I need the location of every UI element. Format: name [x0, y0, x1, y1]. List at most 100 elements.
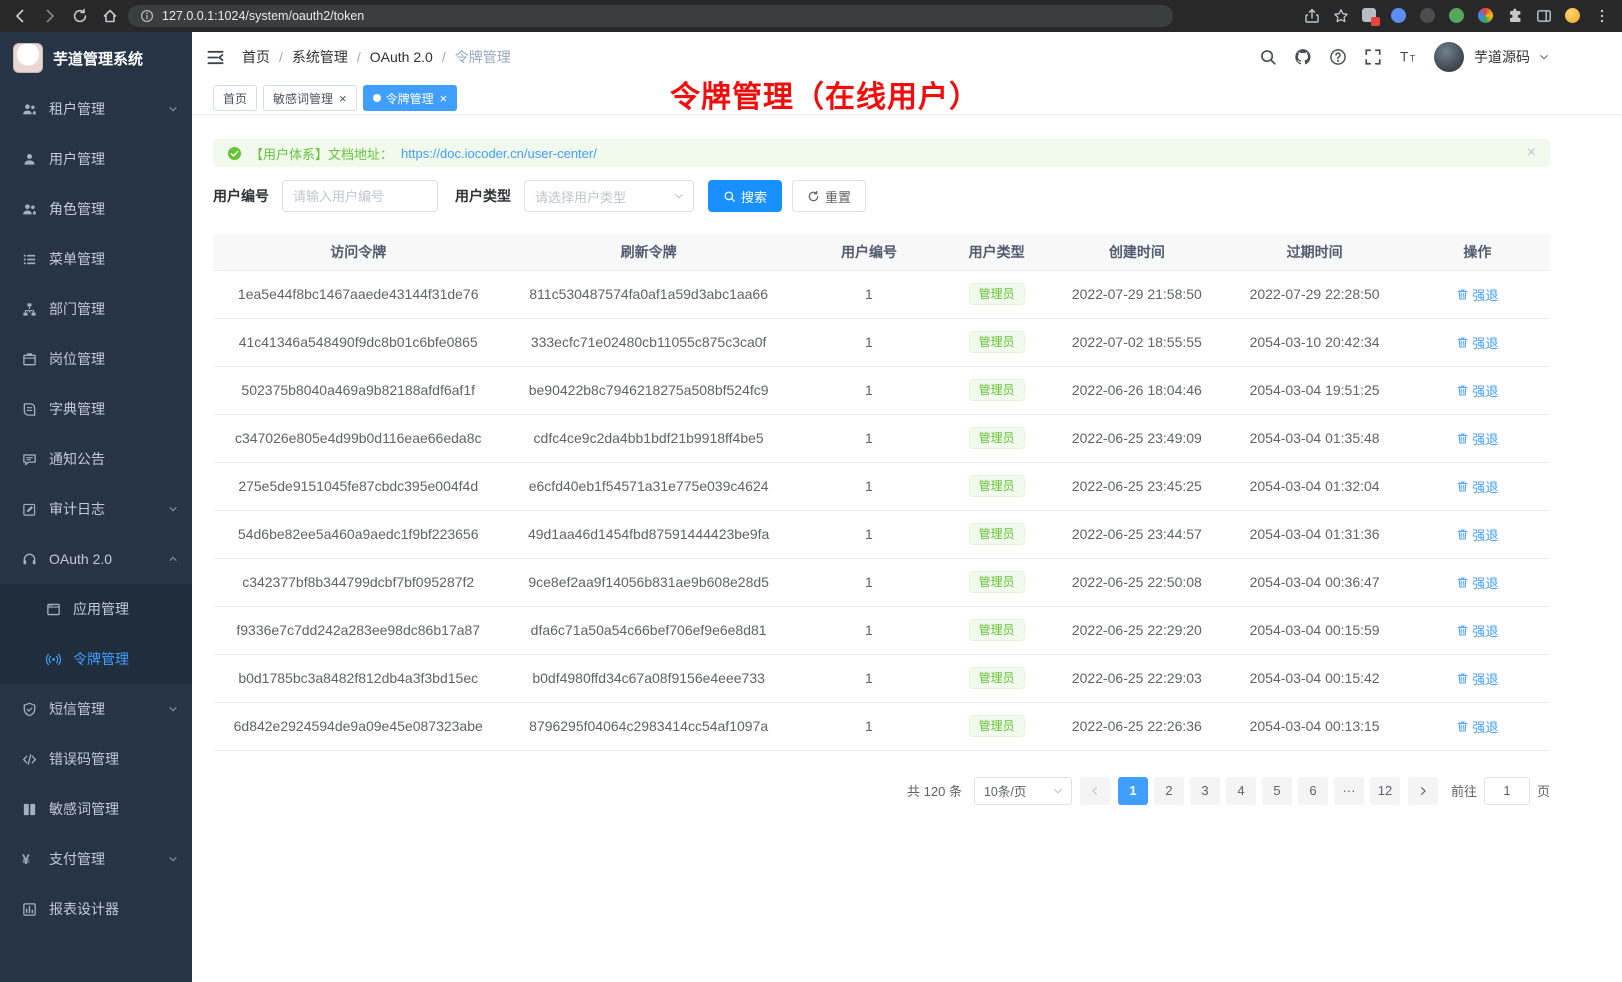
page-button-6[interactable]: 6: [1298, 777, 1328, 805]
page-button-4[interactable]: 4: [1226, 777, 1256, 805]
home-icon[interactable]: [102, 8, 118, 24]
info-icon[interactable]: [140, 9, 154, 23]
user-type-select[interactable]: 请选择用户类型: [524, 180, 694, 212]
prev-page-button[interactable]: [1080, 777, 1110, 805]
github-icon[interactable]: [1294, 48, 1312, 66]
tab-group-dark-icon[interactable]: [1420, 8, 1436, 24]
cell-access-token: c347026e805e4d99b0d116eae66eda8c: [213, 414, 503, 462]
caret-down-icon[interactable]: [1538, 51, 1550, 63]
force-logout-link[interactable]: 强退: [1456, 285, 1498, 304]
force-logout-link[interactable]: 强退: [1456, 333, 1498, 352]
sidebar-item-notice[interactable]: 通知公告: [0, 434, 192, 484]
side-panel-icon[interactable]: [1536, 8, 1552, 24]
force-logout-link[interactable]: 强退: [1456, 669, 1498, 688]
page-button-2[interactable]: 2: [1154, 777, 1184, 805]
tab-token[interactable]: 令牌管理×: [363, 85, 458, 111]
breadcrumb-item[interactable]: OAuth 2.0: [370, 49, 433, 65]
url-text: 127.0.0.1:1024/system/oauth2/token: [162, 9, 364, 23]
sidebar-item-error-code[interactable]: 错误码管理: [0, 734, 192, 784]
sidebar-item-sms[interactable]: 短信管理: [0, 684, 192, 734]
sidebar-item-dict[interactable]: 字典管理: [0, 384, 192, 434]
more-vert-icon[interactable]: [1594, 8, 1610, 24]
report-icon: [22, 902, 37, 917]
sidebar-item-oauth2-token[interactable]: 令牌管理: [0, 634, 192, 684]
back-icon[interactable]: [12, 8, 28, 24]
cell-create-time: 2022-06-25 22:29:20: [1049, 606, 1224, 654]
sidebar-item-oauth2-app[interactable]: 应用管理: [0, 584, 192, 634]
tree-icon: [22, 302, 37, 317]
user-name[interactable]: 芋道源码: [1474, 47, 1530, 67]
search-button[interactable]: 搜索: [708, 180, 782, 212]
force-logout-link[interactable]: 强退: [1456, 477, 1498, 496]
page-button-3[interactable]: 3: [1190, 777, 1220, 805]
cell-user-id: 1: [794, 414, 944, 462]
code-icon: [22, 752, 37, 767]
sidebar-item-role[interactable]: 角色管理: [0, 184, 192, 234]
sidebar-item-post[interactable]: 岗位管理: [0, 334, 192, 384]
star-icon[interactable]: [1333, 8, 1349, 24]
cell-refresh-token: 8796295f04064c2983414cc54af1097a: [503, 702, 793, 750]
url-bar[interactable]: 127.0.0.1:1024/system/oauth2/token: [128, 5, 1173, 27]
sidebar-item-user[interactable]: 用户管理: [0, 134, 192, 184]
sidebar-item-menu[interactable]: 菜单管理: [0, 234, 192, 284]
page-size-select[interactable]: 10条/页: [974, 777, 1072, 805]
alert-close-icon[interactable]: ×: [1527, 145, 1536, 161]
reload-icon[interactable]: [72, 8, 88, 24]
user-type-tag: 管理员: [969, 283, 1025, 306]
menu-fold-icon[interactable]: [206, 48, 225, 67]
tab-sensitive-word[interactable]: 敏感词管理×: [263, 85, 357, 111]
sidebar-item-sensitive-word[interactable]: 敏感词管理: [0, 784, 192, 834]
page-button-12[interactable]: 12: [1370, 777, 1400, 805]
goto-page-input[interactable]: [1484, 777, 1530, 805]
logo[interactable]: 芋道管理系统: [0, 32, 192, 84]
chrome-profile-icon[interactable]: [1478, 8, 1494, 24]
sidebar-item-oauth2[interactable]: OAuth 2.0: [0, 534, 192, 584]
breadcrumb-item[interactable]: 首页: [242, 47, 270, 67]
menu-list-icon: [22, 252, 37, 267]
user-id-input[interactable]: [282, 180, 438, 212]
tab-home[interactable]: 首页: [213, 85, 257, 111]
chevron-down-icon: [167, 103, 179, 115]
breadcrumb-separator: /: [442, 49, 446, 65]
doc-alert: 【用户体系】文档地址： https://doc.iocoder.cn/user-…: [213, 139, 1550, 167]
close-icon[interactable]: ×: [440, 92, 448, 105]
font-size-icon[interactable]: TT: [1399, 48, 1417, 66]
table-row: 1ea5e44f8bc1467aaede43144f31de76811c5304…: [213, 270, 1550, 318]
page-button-1[interactable]: 1: [1118, 777, 1148, 805]
force-logout-link[interactable]: 强退: [1456, 525, 1498, 544]
sidebar-item-pay[interactable]: ¥支付管理: [0, 834, 192, 884]
force-logout-link[interactable]: 强退: [1456, 573, 1498, 592]
column-header: 操作: [1405, 234, 1550, 270]
next-page-button[interactable]: [1408, 777, 1438, 805]
puzzle-icon[interactable]: [1507, 8, 1523, 24]
breadcrumb-item[interactable]: 系统管理: [292, 47, 348, 67]
page-button-5[interactable]: 5: [1262, 777, 1292, 805]
extension-badge-icon[interactable]: [1362, 8, 1378, 24]
force-logout-link[interactable]: 强退: [1456, 381, 1498, 400]
profile-avatar-icon[interactable]: [1565, 8, 1581, 24]
close-icon[interactable]: ×: [339, 92, 347, 105]
pagination-ellipsis[interactable]: ···: [1334, 777, 1364, 805]
chevron-down-icon: [167, 503, 179, 515]
sidebar-item-tenant[interactable]: 租户管理: [0, 84, 192, 134]
user-avatar[interactable]: [1434, 42, 1464, 72]
table-row: c347026e805e4d99b0d116eae66eda8ccdfc4ce9…: [213, 414, 1550, 462]
tab-group-blue-icon[interactable]: [1391, 8, 1407, 24]
search-icon[interactable]: [1259, 48, 1277, 66]
sidebar-item-audit-log[interactable]: 审计日志: [0, 484, 192, 534]
sidebar-item-report-designer[interactable]: 报表设计器: [0, 884, 192, 934]
force-logout-link[interactable]: 强退: [1456, 621, 1498, 640]
sidebar-item-label: 短信管理: [49, 699, 105, 719]
sidebar-item-dept[interactable]: 部门管理: [0, 284, 192, 334]
alert-link[interactable]: https://doc.iocoder.cn/user-center/: [401, 146, 597, 161]
question-icon[interactable]: [1329, 48, 1347, 66]
tab-group-green-icon[interactable]: [1449, 8, 1465, 24]
share-icon[interactable]: [1304, 8, 1320, 24]
fullscreen-icon[interactable]: [1364, 48, 1382, 66]
forward-icon[interactable]: [42, 8, 58, 24]
column-header: 刷新令牌: [503, 234, 793, 270]
reset-button[interactable]: 重置: [792, 180, 866, 212]
force-logout-link[interactable]: 强退: [1456, 717, 1498, 736]
force-logout-link[interactable]: 强退: [1456, 429, 1498, 448]
breadcrumb-separator: /: [357, 49, 361, 65]
